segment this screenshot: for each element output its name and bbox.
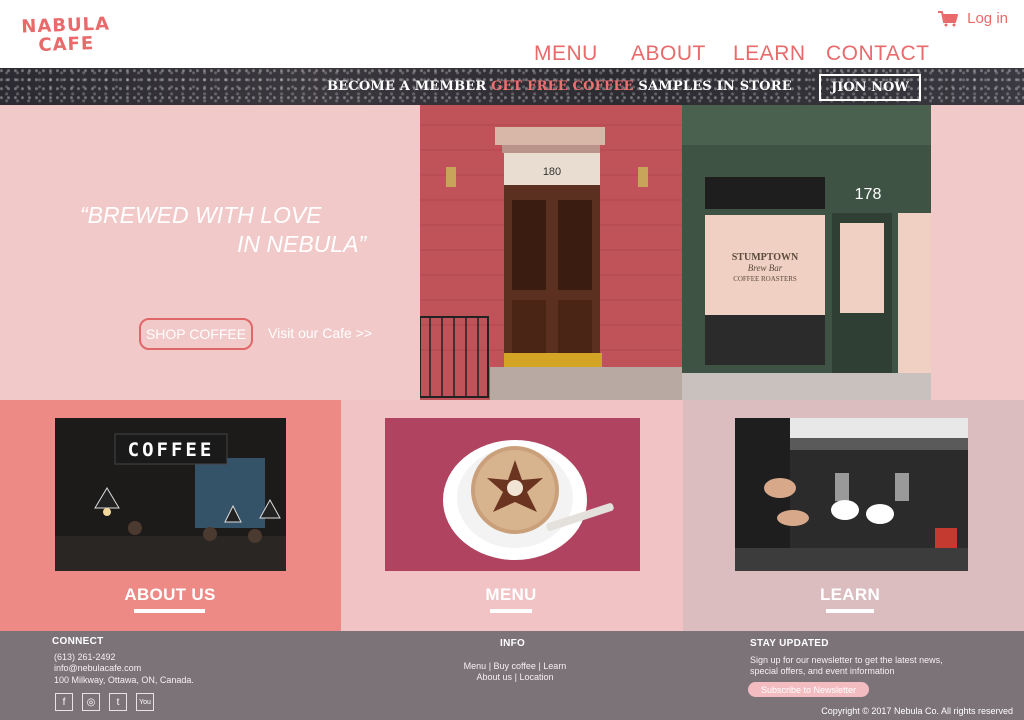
door-number: 180 bbox=[543, 166, 561, 178]
page: NABULA CAFE Log in MENU ABOUT LEARN CONT… bbox=[0, 0, 1024, 720]
footer-link-buy-coffee[interactable]: Buy coffee bbox=[494, 661, 536, 671]
nav-about[interactable]: ABOUT bbox=[631, 42, 733, 66]
storefront-sign-line1: STUMPTOWN bbox=[732, 252, 799, 263]
shop-coffee-button[interactable]: SHOP COFFEE bbox=[139, 318, 253, 350]
social-links: f ◎ t You bbox=[55, 693, 154, 711]
learn-photo bbox=[735, 418, 968, 571]
nav-contact[interactable]: CONTACT bbox=[826, 42, 936, 66]
logo[interactable]: NABULA CAFE bbox=[19, 13, 112, 55]
main-nav: MENU ABOUT LEARN CONTACT bbox=[534, 42, 936, 66]
cart-icon[interactable] bbox=[937, 10, 959, 27]
footer: CONNECT (613) 261-2492 info@nebulacafe.c… bbox=[0, 631, 1024, 720]
menu-photo bbox=[385, 418, 640, 571]
feature-sections: COFFEE ABOUT US MENU LEARN bbox=[0, 400, 1024, 631]
facebook-icon[interactable]: f bbox=[55, 693, 73, 711]
banner-text-free-coffee: GET FREE COFFEE bbox=[491, 79, 634, 94]
youtube-icon[interactable]: You bbox=[136, 693, 154, 711]
footer-separator: | bbox=[538, 661, 541, 671]
instagram-icon[interactable]: ◎ bbox=[82, 693, 100, 711]
menu-title[interactable]: MENU bbox=[461, 585, 561, 605]
hero-quote-line2: IN NEBULA” bbox=[237, 231, 367, 257]
connect-address: 100 Milkway, Ottawa, ON, Canada. bbox=[54, 675, 194, 685]
banner-text-member: BECOME A MEMBER bbox=[327, 79, 487, 94]
section-menu[interactable]: MENU bbox=[341, 400, 683, 631]
shop-number: 178 bbox=[855, 186, 882, 203]
footer-link-location[interactable]: Location bbox=[519, 672, 553, 682]
footer-link-learn[interactable]: Learn bbox=[543, 661, 566, 671]
footer-link-about-us[interactable]: About us bbox=[477, 672, 513, 682]
section-about-us[interactable]: COFFEE ABOUT US bbox=[0, 400, 341, 631]
newsletter-text-line2: special offers, and event information bbox=[750, 666, 895, 676]
footer-separator: | bbox=[514, 672, 517, 682]
footer-separator: | bbox=[488, 661, 492, 671]
coffee-sign: COFFEE bbox=[128, 439, 215, 461]
info-heading: INFO bbox=[500, 638, 526, 649]
about-us-photo: COFFEE bbox=[55, 418, 286, 571]
footer-link-menu[interactable]: Menu bbox=[464, 661, 487, 671]
login-label[interactable]: Log in bbox=[967, 10, 1008, 27]
about-us-underline bbox=[134, 609, 205, 613]
learn-underline bbox=[826, 609, 874, 613]
banner-text: BECOME A MEMBER GET FREE COFFEE SAMPLES … bbox=[327, 79, 792, 94]
learn-title[interactable]: LEARN bbox=[800, 585, 900, 605]
nav-menu[interactable]: MENU bbox=[534, 42, 631, 66]
hero-quote: “BREWED WITH LOVE IN NEBULA” bbox=[80, 201, 366, 259]
subscribe-button[interactable]: Subscribe to Newsletter bbox=[748, 682, 869, 697]
twitter-icon[interactable]: t bbox=[109, 693, 127, 711]
login-button[interactable]: Log in bbox=[937, 10, 1008, 27]
copyright: Copyright © 2017 Nebula Co. All rights r… bbox=[821, 706, 1013, 716]
storefront-sign-line3: COFFEE ROASTERS bbox=[733, 275, 797, 283]
connect-email[interactable]: info@nebulacafe.com bbox=[54, 662, 141, 674]
join-now-button[interactable]: JION NOW bbox=[819, 74, 921, 101]
info-links: Menu | Buy coffee | Learn About us | Loc… bbox=[440, 661, 590, 683]
membership-banner: BECOME A MEMBER GET FREE COFFEE SAMPLES … bbox=[0, 68, 1024, 105]
storefront-image: 180 STUMPTOWN Brew Bar COFFEE ROASTERS 1… bbox=[420, 105, 931, 400]
visit-cafe-link[interactable]: Visit our Cafe >> bbox=[268, 325, 372, 341]
section-learn[interactable]: LEARN bbox=[683, 400, 1024, 631]
banner-text-samples: SAMPLES IN STORE bbox=[638, 79, 792, 94]
menu-underline bbox=[490, 609, 532, 613]
nav-learn[interactable]: LEARN bbox=[733, 42, 826, 66]
stay-updated-heading: STAY UPDATED bbox=[750, 638, 829, 649]
hero-quote-line1: “BREWED WITH LOVE bbox=[80, 202, 322, 228]
hero: “BREWED WITH LOVE IN NEBULA” SHOP COFFEE… bbox=[0, 105, 1024, 400]
header: NABULA CAFE Log in MENU ABOUT LEARN CONT… bbox=[0, 0, 1024, 68]
connect-heading: CONNECT bbox=[52, 636, 104, 647]
storefront-sign-line2: Brew Bar bbox=[748, 263, 783, 273]
about-us-title[interactable]: ABOUT US bbox=[120, 585, 220, 605]
